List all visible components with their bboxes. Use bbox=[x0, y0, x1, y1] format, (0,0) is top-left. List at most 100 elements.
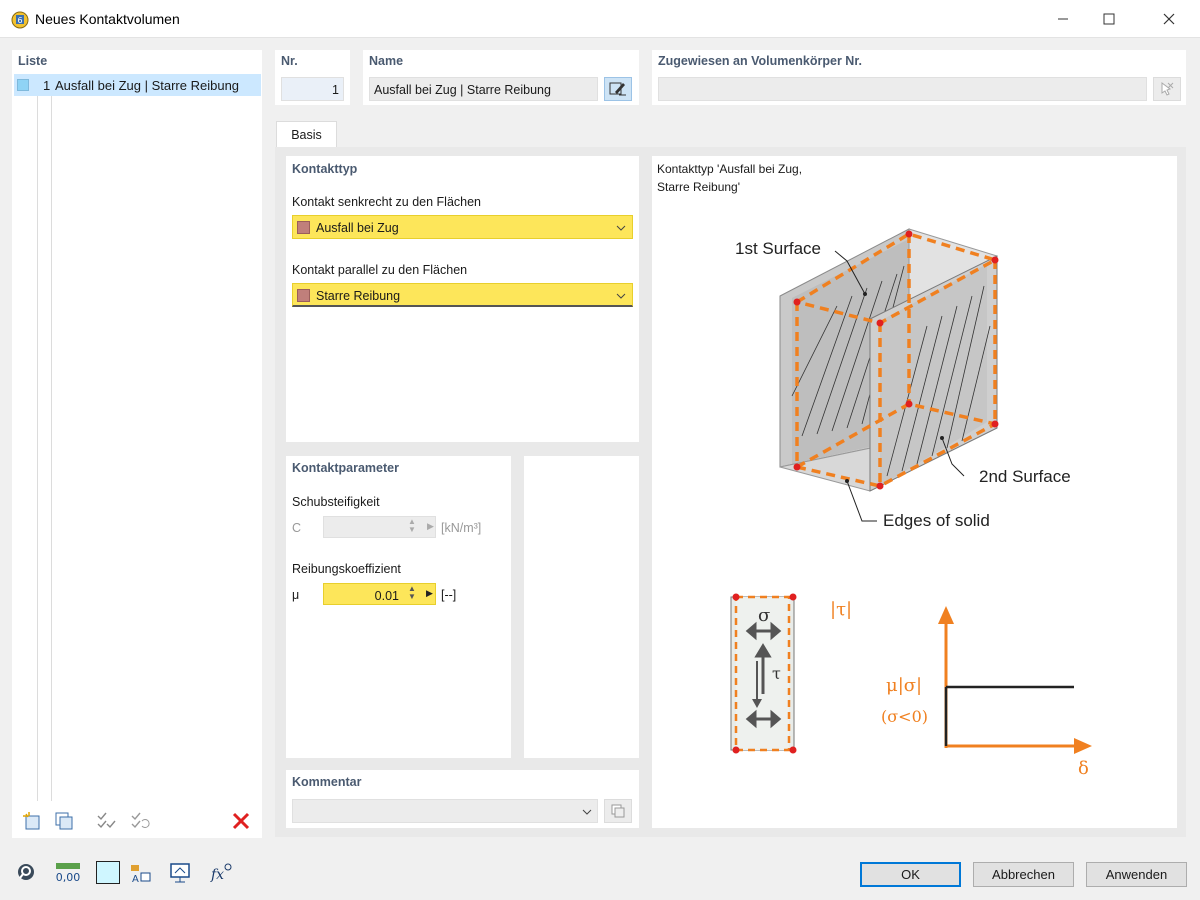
edges-label: Edges of solid bbox=[883, 511, 990, 530]
comment-library-button[interactable] bbox=[604, 799, 632, 823]
assigned-field[interactable] bbox=[658, 77, 1147, 101]
edit-name-button[interactable] bbox=[604, 77, 632, 101]
chevron-down-icon bbox=[616, 293, 626, 299]
mu-sigma-label: μ|σ| bbox=[886, 675, 923, 696]
parallel-color-swatch bbox=[297, 289, 310, 302]
delete-button[interactable] bbox=[229, 809, 253, 833]
close-button[interactable] bbox=[1146, 0, 1192, 38]
new-item-icon bbox=[23, 812, 40, 830]
maximize-icon bbox=[1103, 13, 1115, 25]
nr-header: Nr. bbox=[281, 54, 298, 68]
maximize-button[interactable] bbox=[1086, 0, 1132, 38]
friction-label: Reibungskoeffizient bbox=[292, 562, 401, 576]
list-tree-line bbox=[37, 96, 38, 801]
check-all-icon bbox=[97, 812, 116, 829]
contact-diagram bbox=[730, 228, 1092, 754]
contact-parameter-header: Kontaktparameter bbox=[292, 461, 399, 475]
empty-panel bbox=[524, 456, 639, 758]
ok-button[interactable]: OK bbox=[860, 862, 961, 887]
shear-stiffness-label: Schubsteifigkeit bbox=[292, 495, 380, 509]
comment-input[interactable] bbox=[292, 799, 598, 823]
contact-type-panel: Kontakttyp Kontakt senkrecht zu den Fläc… bbox=[286, 156, 639, 442]
color-swatch-button[interactable] bbox=[96, 861, 120, 884]
render-icon bbox=[170, 863, 190, 883]
close-icon bbox=[1163, 13, 1175, 25]
shear-unit: [kN/m³] bbox=[441, 521, 482, 535]
pick-cursor-icon bbox=[1161, 82, 1174, 96]
copy-item-button[interactable] bbox=[52, 809, 76, 833]
display-settings-button[interactable]: A bbox=[126, 860, 154, 886]
list-panel bbox=[12, 50, 262, 838]
delete-icon bbox=[232, 812, 250, 830]
list-item-color bbox=[17, 79, 29, 91]
check-renumber-icon bbox=[131, 812, 150, 829]
list-item[interactable]: 1 Ausfall bei Zug | Starre Reibung bbox=[14, 74, 261, 96]
select-solid-button[interactable] bbox=[1153, 77, 1181, 101]
nr-field[interactable]: 1 bbox=[281, 77, 344, 101]
assigned-header: Zugewiesen an Volumenkörper Nr. bbox=[658, 54, 862, 68]
contact-type-header: Kontakttyp bbox=[292, 162, 358, 176]
shear-stiffness-input[interactable] bbox=[323, 516, 436, 538]
perpendicular-label: Kontakt senkrecht zu den Flächen bbox=[292, 195, 482, 209]
delta-label: δ bbox=[1078, 758, 1089, 779]
shear-arrow-icon[interactable]: ▶ bbox=[427, 521, 434, 532]
contact-parameter-panel: Kontaktparameter Schubsteifigkeit C ▲ ▼ ▶… bbox=[286, 456, 511, 758]
minimize-icon bbox=[1058, 18, 1068, 20]
parallel-label: Kontakt parallel zu den Flächen bbox=[292, 263, 468, 277]
perpendicular-value: Ausfall bei Zug bbox=[316, 221, 399, 235]
list-tree-line bbox=[51, 96, 52, 801]
copy-item-icon bbox=[55, 812, 73, 830]
search-help-icon bbox=[18, 864, 34, 880]
minimize-button[interactable] bbox=[1040, 0, 1086, 38]
svg-text:6: 6 bbox=[17, 16, 22, 25]
name-field[interactable]: Ausfall bei Zug | Starre Reibung bbox=[369, 77, 598, 101]
condition-label: (σ<0) bbox=[881, 707, 928, 726]
friction-input[interactable]: 0.01 bbox=[323, 583, 436, 605]
units-button[interactable]: 0,00 bbox=[54, 860, 82, 886]
parallel-select[interactable]: Starre Reibung bbox=[292, 283, 633, 307]
copy-icon bbox=[611, 804, 625, 818]
comment-header: Kommentar bbox=[292, 775, 362, 789]
friction-arrow-icon[interactable]: ▶ bbox=[426, 588, 433, 599]
units-icon: 0,00 bbox=[56, 863, 81, 884]
edit-icon bbox=[609, 82, 626, 96]
list-item-number: 1 bbox=[43, 78, 51, 93]
sigma-label: σ bbox=[758, 605, 771, 626]
formula-button[interactable]: fx bbox=[207, 860, 235, 886]
parallel-value: Starre Reibung bbox=[316, 289, 401, 303]
second-surface-label: 2nd Surface bbox=[979, 467, 1071, 486]
svg-text:A: A bbox=[132, 874, 139, 885]
new-item-button[interactable] bbox=[20, 809, 44, 833]
perpendicular-select[interactable]: Ausfall bei Zug bbox=[292, 215, 633, 239]
formula-icon: fx bbox=[210, 863, 232, 883]
shear-spinner[interactable]: ▲ ▼ bbox=[408, 518, 416, 534]
name-header: Name bbox=[369, 54, 404, 68]
help-search-button[interactable] bbox=[13, 860, 39, 886]
nr-panel: Nr. 1 bbox=[275, 50, 350, 105]
chevron-down-icon[interactable] bbox=[582, 807, 592, 817]
check-all-button[interactable] bbox=[94, 809, 118, 833]
check-renumber-button[interactable] bbox=[128, 809, 152, 833]
cancel-button[interactable]: Abbrechen bbox=[973, 862, 1074, 887]
render-button[interactable] bbox=[166, 860, 194, 886]
name-panel: Name Ausfall bei Zug | Starre Reibung bbox=[363, 50, 639, 105]
window-title: Neues Kontaktvolumen bbox=[35, 11, 180, 27]
tau-abs-label: |τ| bbox=[830, 599, 853, 620]
title-bar: 6 Neues Kontaktvolumen bbox=[0, 0, 1200, 38]
preview-panel: Kontakttyp 'Ausfall bei Zug, Starre Reib… bbox=[652, 156, 1177, 828]
list-header: Liste bbox=[18, 54, 48, 68]
svg-text:0,00: 0,00 bbox=[56, 871, 81, 884]
svg-text:fx: fx bbox=[210, 867, 224, 883]
friction-spinner[interactable]: ▲ ▼ bbox=[408, 585, 416, 601]
friction-unit: [--] bbox=[441, 588, 457, 602]
tau-label: τ bbox=[772, 664, 781, 683]
display-settings-icon: A bbox=[131, 865, 151, 885]
friction-law-chart bbox=[938, 606, 1092, 754]
chevron-down-icon bbox=[616, 225, 626, 231]
friction-symbol: μ bbox=[292, 588, 300, 602]
tab-basis[interactable]: Basis bbox=[276, 121, 337, 148]
comment-panel: Kommentar bbox=[286, 770, 639, 828]
list-item-label: Ausfall bei Zug | Starre Reibung bbox=[55, 78, 240, 93]
apply-button[interactable]: Anwenden bbox=[1086, 862, 1187, 887]
first-surface-label: 1st Surface bbox=[735, 239, 821, 258]
